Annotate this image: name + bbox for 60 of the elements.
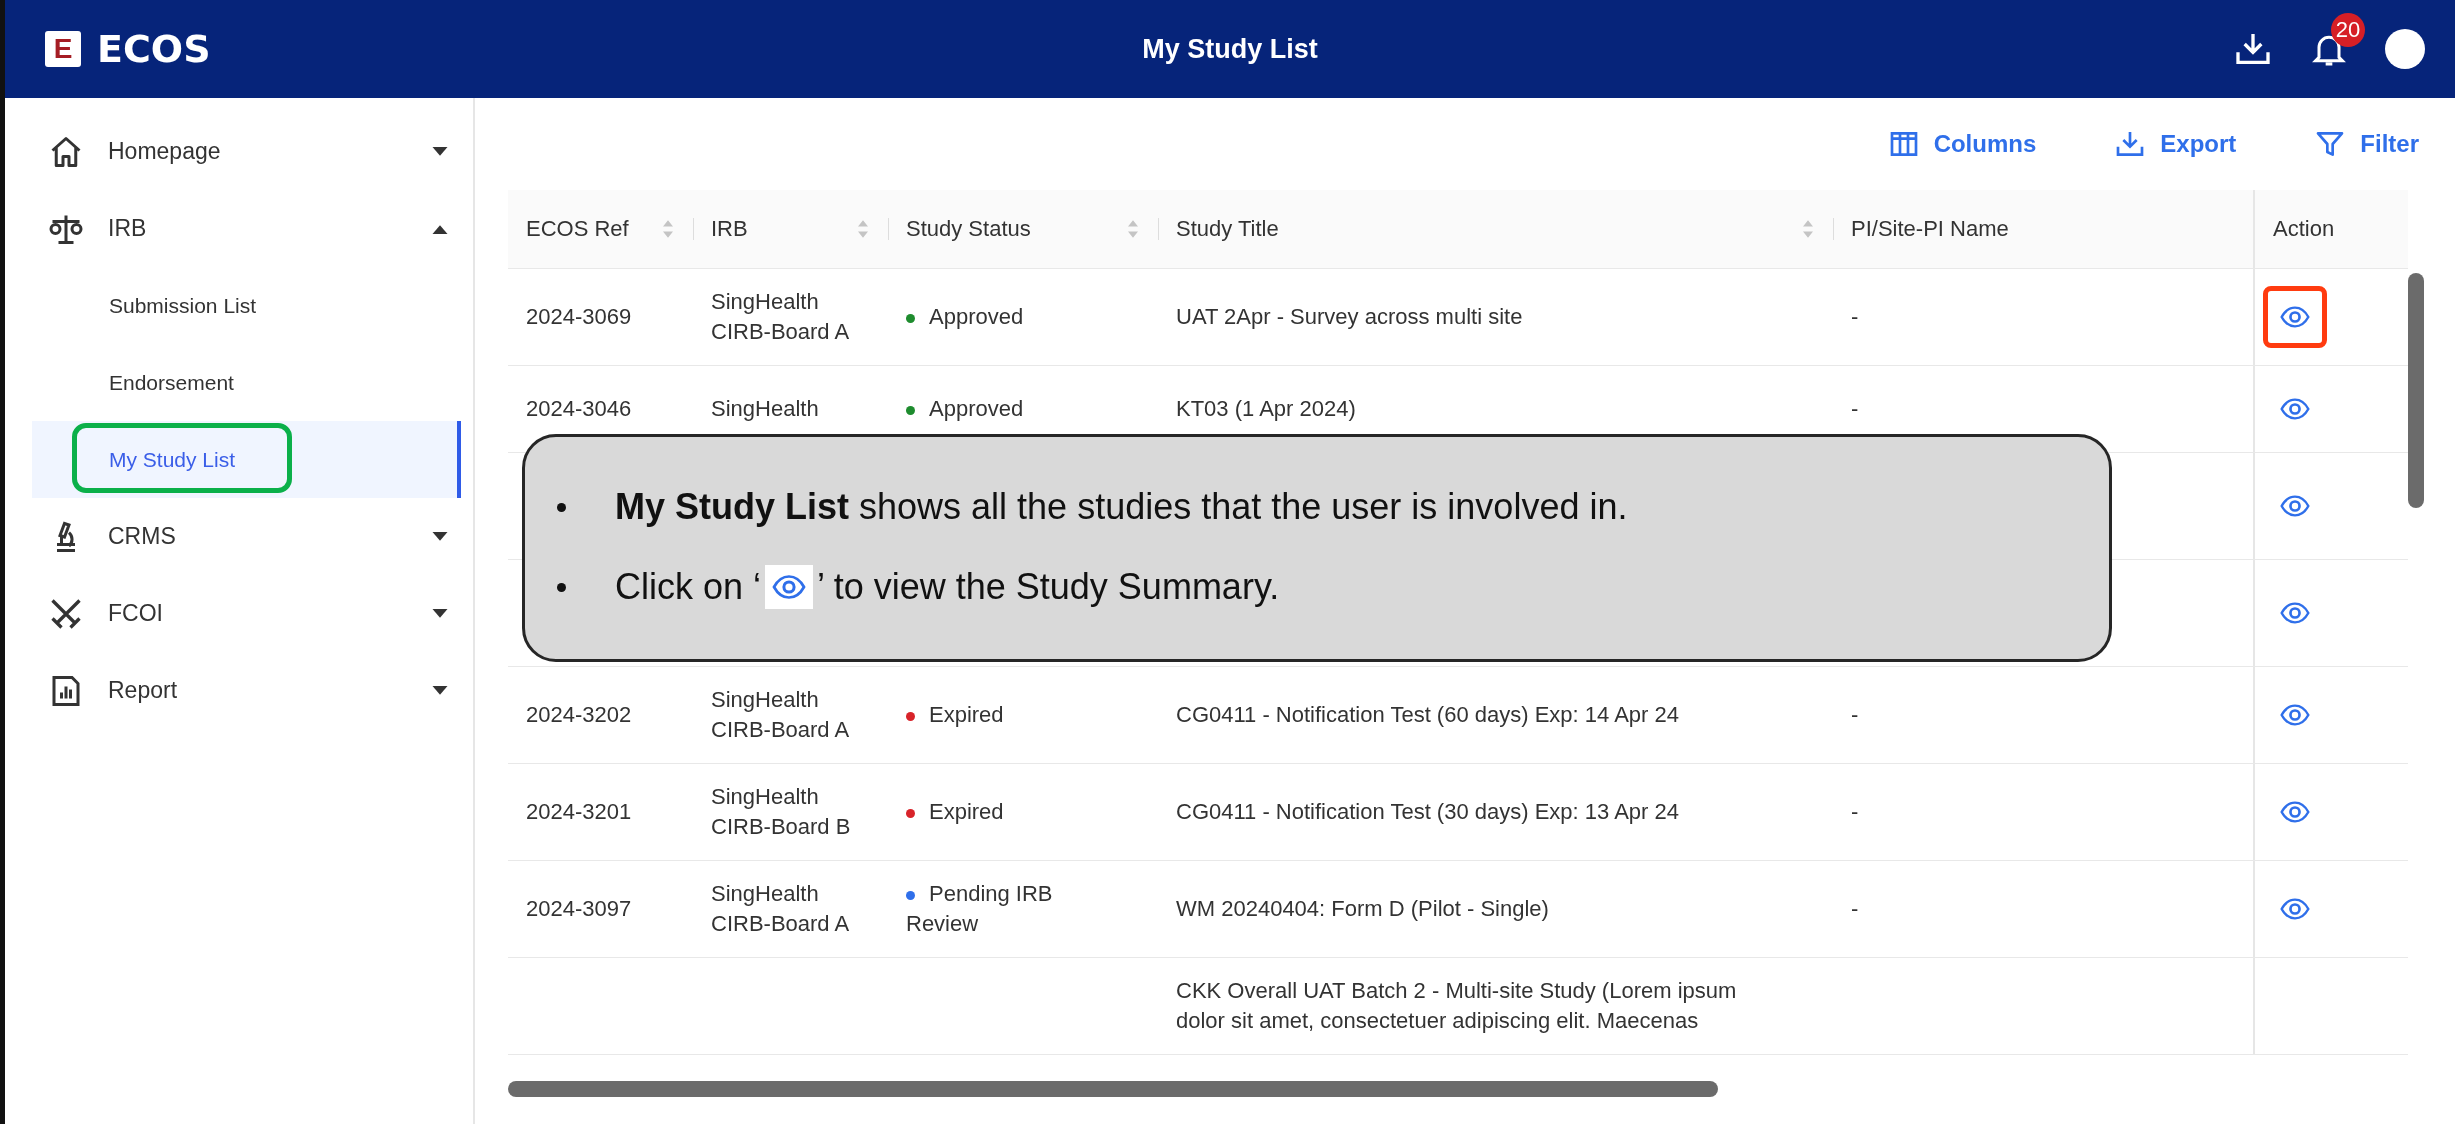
title-cell-text: WM 20240404: Form D (Pilot - Single) [1176, 895, 1549, 923]
caret-down-icon [432, 146, 448, 157]
irb-cell-text: SingHealth CIRB-Board A [711, 880, 851, 938]
columns-button[interactable]: Columns [1879, 122, 2045, 166]
caret-up-icon [432, 223, 448, 234]
nav-subitem[interactable]: Endorsement [32, 344, 473, 421]
ref-cell-text: 2024-3046 [526, 395, 632, 423]
avatar[interactable] [2385, 29, 2425, 69]
bullet-icon [557, 582, 566, 592]
irb-cell-text: SingHealth CIRB-Board B [711, 783, 852, 841]
caret-down-icon [432, 685, 448, 696]
irb-cell-text: SingHealth [711, 395, 819, 423]
callout-text: ’ to view the Study Summary. [817, 566, 1280, 608]
pi-cell-text: - [1851, 303, 1859, 331]
pi-cell-text: - [1851, 395, 1859, 423]
ref-cell-text: 2024-3069 [526, 303, 632, 331]
pi-cell-text: - [1851, 895, 1859, 923]
page-title: My Study List [1142, 33, 1318, 64]
notification-badge: 20 [2331, 13, 2365, 47]
title-cell-text: CKK Overall UAT Batch 2 - Multi-site Study (Lorem ipsum dolor sit amet, consectetuer adipiscing elit. Maecenas [1176, 977, 1738, 1035]
title-cell-text: CG0411 - Notification Test (60 days) Exp: 14 Apr 24 [1176, 701, 1679, 729]
ref-cell-text: 2024-3202 [526, 701, 632, 729]
nav-item[interactable]: Report [5, 652, 473, 729]
status-text: Approved [929, 304, 1024, 329]
status-text: Expired [929, 799, 1004, 824]
filter-button[interactable]: Filter [2306, 122, 2427, 166]
nav-item[interactable]: CRMS [5, 498, 473, 575]
nav-item[interactable]: FCOI [5, 575, 473, 652]
column-header: IRB [711, 216, 749, 242]
column-header: Study Title [1176, 216, 1280, 242]
logo-mark: E [45, 31, 81, 67]
caret-down-icon [432, 608, 448, 619]
status-text: Pending IRB Review [906, 881, 1053, 936]
column-header: Study Status [906, 216, 1032, 242]
export-button[interactable]: Export [2106, 122, 2245, 166]
nav-subitem[interactable]: My Study List [32, 421, 461, 498]
column-header: Action [2273, 216, 2336, 242]
title-cell-text: UAT 2Apr - Survey across multi site [1176, 303, 1523, 331]
status-text: Expired [929, 702, 1004, 727]
nav-subitem[interactable]: Submission List [32, 267, 473, 344]
irb-cell-text: SingHealth CIRB-Board A [711, 288, 851, 346]
caret-down-icon [432, 531, 448, 542]
title-cell-text: CG0411 - Notification Test (30 days) Exp: 13 Apr 24 [1176, 798, 1679, 826]
app-name: ECOS [97, 27, 211, 71]
ref-cell-text: 2024-3201 [526, 798, 632, 826]
scrollbar-thumb[interactable] [2408, 273, 2424, 508]
ref-cell-text: 2024-3097 [526, 895, 632, 923]
irb-cell-text: SingHealth CIRB-Board A [711, 686, 851, 744]
title-cell-text: KT03 (1 Apr 2024) [1176, 395, 1356, 423]
status-text: Approved [929, 396, 1024, 421]
bullet-icon [557, 502, 566, 512]
scrollbar-thumb[interactable] [508, 1081, 1718, 1097]
column-header: PI/Site-PI Name [1851, 216, 2010, 242]
pi-cell-text: - [1851, 701, 1859, 729]
nav-item[interactable]: IRB [5, 190, 473, 267]
callout-text: My Study List shows all the studies that the user is involved in. [615, 486, 1628, 528]
nav-item[interactable]: Homepage [5, 113, 473, 190]
callout-text: Click on ‘ [615, 566, 762, 608]
pi-cell-text: - [1851, 798, 1859, 826]
column-header: ECOS Ref [526, 216, 630, 242]
